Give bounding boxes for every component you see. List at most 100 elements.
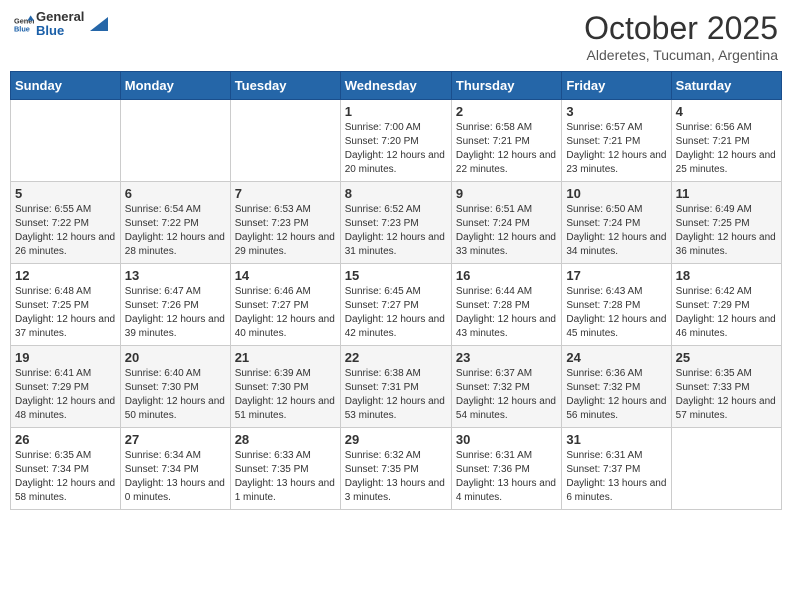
calendar-cell: 12 Sunrise: 6:48 AMSunset: 7:25 PMDayligh… [11, 264, 121, 346]
day-number: 30 [456, 432, 557, 447]
day-info: Sunrise: 6:42 AMSunset: 7:29 PMDaylight:… [676, 285, 777, 341]
calendar-cell: 10Sunrise: 6:50 AMSunset: 7:24 PMDayligh… [562, 182, 671, 264]
day-number: 15 [345, 268, 447, 283]
day-number: 27 [125, 432, 226, 447]
day-number: 6 [125, 186, 226, 201]
calendar-header-row: SundayMondayTuesdayWednesdayThursdayFrid… [11, 72, 782, 100]
calendar-week-row: 19 Sunrise: 6:41 AMSunset: 7:29 PMDayligh… [11, 346, 782, 428]
day-info: Sunrise: 6:43 AMSunset: 7:28 PMDaylight:… [566, 285, 666, 341]
day-info: Sunrise: 7:00 AMSunset: 7:20 PMDaylight:… [345, 121, 447, 177]
logo-icon: General Blue [14, 14, 34, 34]
day-info: Sunrise: 6:39 AMSunset: 7:30 PMDaylight:… [235, 367, 336, 423]
calendar-cell [671, 428, 781, 510]
day-info: Sunrise: 6:49 AMSunset: 7:25 PMDaylight:… [676, 203, 777, 259]
calendar-cell: 18 Sunrise: 6:42 AMSunset: 7:29 PMDayligh… [671, 264, 781, 346]
day-number: 21 [235, 350, 336, 365]
day-info: Sunrise: 6:51 AMSunset: 7:24 PMDaylight:… [456, 203, 557, 259]
month-title: October 2025 [584, 10, 778, 47]
day-number: 16 [456, 268, 557, 283]
day-info: Sunrise: 6:55 AMSunset: 7:22 PMDaylight:… [15, 203, 116, 259]
day-info: Sunrise: 6:37 AMSunset: 7:32 PMDaylight:… [456, 367, 557, 423]
calendar-cell: 11Sunrise: 6:49 AMSunset: 7:25 PMDayligh… [671, 182, 781, 264]
calendar-cell: 14Sunrise: 6:46 AMSunset: 7:27 PMDayligh… [230, 264, 340, 346]
page-header: General Blue General Blue October 2025 A… [10, 10, 782, 63]
title-block: October 2025 Alderetes, Tucuman, Argenti… [584, 10, 778, 63]
calendar-cell: 1 Sunrise: 7:00 AMSunset: 7:20 PMDaylight… [340, 100, 451, 182]
logo-general-text: General [36, 10, 84, 24]
calendar-cell: 17Sunrise: 6:43 AMSunset: 7:28 PMDayligh… [562, 264, 671, 346]
day-info: Sunrise: 6:56 AMSunset: 7:21 PMDaylight:… [676, 121, 777, 177]
day-of-week-header: Friday [562, 72, 671, 100]
day-of-week-header: Tuesday [230, 72, 340, 100]
day-number: 1 [345, 104, 447, 119]
day-info: Sunrise: 6:57 AMSunset: 7:21 PMDaylight:… [566, 121, 666, 177]
calendar-cell: 8 Sunrise: 6:52 AMSunset: 7:23 PMDaylight… [340, 182, 451, 264]
calendar-cell [120, 100, 230, 182]
calendar-cell: 25 Sunrise: 6:35 AMSunset: 7:33 PMDayligh… [671, 346, 781, 428]
day-info: Sunrise: 6:41 AMSunset: 7:29 PMDaylight:… [15, 367, 116, 423]
day-number: 19 [15, 350, 116, 365]
calendar-cell: 9 Sunrise: 6:51 AMSunset: 7:24 PMDaylight… [451, 182, 561, 264]
logo: General Blue General Blue [14, 10, 108, 39]
location-subtitle: Alderetes, Tucuman, Argentina [584, 47, 778, 63]
calendar-week-row: 26 Sunrise: 6:35 AMSunset: 7:34 PMDayligh… [11, 428, 782, 510]
day-info: Sunrise: 6:54 AMSunset: 7:22 PMDaylight:… [125, 203, 226, 259]
day-number: 18 [676, 268, 777, 283]
calendar-week-row: 12 Sunrise: 6:48 AMSunset: 7:25 PMDayligh… [11, 264, 782, 346]
calendar-cell: 27 Sunrise: 6:34 AMSunset: 7:34 PMDayligh… [120, 428, 230, 510]
day-of-week-header: Monday [120, 72, 230, 100]
calendar-cell: 28 Sunrise: 6:33 AMSunset: 7:35 PMDayligh… [230, 428, 340, 510]
day-info: Sunrise: 6:52 AMSunset: 7:23 PMDaylight:… [345, 203, 447, 259]
calendar-cell: 20 Sunrise: 6:40 AMSunset: 7:30 PMDayligh… [120, 346, 230, 428]
day-number: 12 [15, 268, 116, 283]
calendar-cell [11, 100, 121, 182]
calendar-cell: 3 Sunrise: 6:57 AMSunset: 7:21 PMDaylight… [562, 100, 671, 182]
calendar-week-row: 5 Sunrise: 6:55 AMSunset: 7:22 PMDaylight… [11, 182, 782, 264]
day-number: 25 [676, 350, 777, 365]
calendar-cell: 6 Sunrise: 6:54 AMSunset: 7:22 PMDaylight… [120, 182, 230, 264]
calendar-cell: 30 Sunrise: 6:31 AMSunset: 7:36 PMDayligh… [451, 428, 561, 510]
calendar-cell: 29Sunrise: 6:32 AMSunset: 7:35 PMDayligh… [340, 428, 451, 510]
logo-triangle-icon [86, 13, 108, 35]
day-info: Sunrise: 6:50 AMSunset: 7:24 PMDaylight:… [566, 203, 666, 259]
calendar-table: SundayMondayTuesdayWednesdayThursdayFrid… [10, 71, 782, 510]
day-info: Sunrise: 6:44 AMSunset: 7:28 PMDaylight:… [456, 285, 557, 341]
day-number: 26 [15, 432, 116, 447]
calendar-cell: 16 Sunrise: 6:44 AMSunset: 7:28 PMDayligh… [451, 264, 561, 346]
day-info: Sunrise: 6:47 AMSunset: 7:26 PMDaylight:… [125, 285, 226, 341]
day-info: Sunrise: 6:31 AMSunset: 7:36 PMDaylight:… [456, 449, 557, 505]
day-info: Sunrise: 6:35 AMSunset: 7:34 PMDaylight:… [15, 449, 116, 505]
day-number: 31 [566, 432, 666, 447]
calendar-cell [230, 100, 340, 182]
calendar-cell: 24Sunrise: 6:36 AMSunset: 7:32 PMDayligh… [562, 346, 671, 428]
day-number: 9 [456, 186, 557, 201]
day-info: Sunrise: 6:48 AMSunset: 7:25 PMDaylight:… [15, 285, 116, 341]
day-info: Sunrise: 6:58 AMSunset: 7:21 PMDaylight:… [456, 121, 557, 177]
calendar-cell: 26 Sunrise: 6:35 AMSunset: 7:34 PMDayligh… [11, 428, 121, 510]
calendar-cell: 7Sunrise: 6:53 AMSunset: 7:23 PMDaylight… [230, 182, 340, 264]
day-number: 8 [345, 186, 447, 201]
day-info: Sunrise: 6:34 AMSunset: 7:34 PMDaylight:… [125, 449, 226, 505]
calendar-week-row: 1 Sunrise: 7:00 AMSunset: 7:20 PMDaylight… [11, 100, 782, 182]
day-number: 23 [456, 350, 557, 365]
calendar-cell: 15Sunrise: 6:45 AMSunset: 7:27 PMDayligh… [340, 264, 451, 346]
day-number: 14 [235, 268, 336, 283]
day-number: 20 [125, 350, 226, 365]
calendar-cell: 19 Sunrise: 6:41 AMSunset: 7:29 PMDayligh… [11, 346, 121, 428]
day-number: 5 [15, 186, 116, 201]
day-info: Sunrise: 6:32 AMSunset: 7:35 PMDaylight:… [345, 449, 447, 505]
day-info: Sunrise: 6:40 AMSunset: 7:30 PMDaylight:… [125, 367, 226, 423]
day-of-week-header: Wednesday [340, 72, 451, 100]
day-info: Sunrise: 6:35 AMSunset: 7:33 PMDaylight:… [676, 367, 777, 423]
calendar-cell: 2Sunrise: 6:58 AMSunset: 7:21 PMDaylight… [451, 100, 561, 182]
day-number: 28 [235, 432, 336, 447]
day-number: 22 [345, 350, 447, 365]
svg-text:Blue: Blue [14, 25, 30, 34]
day-info: Sunrise: 6:33 AMSunset: 7:35 PMDaylight:… [235, 449, 336, 505]
calendar-cell: 31 Sunrise: 6:31 AMSunset: 7:37 PMDayligh… [562, 428, 671, 510]
day-number: 3 [566, 104, 666, 119]
calendar-cell: 22Sunrise: 6:38 AMSunset: 7:31 PMDayligh… [340, 346, 451, 428]
day-of-week-header: Sunday [11, 72, 121, 100]
day-number: 24 [566, 350, 666, 365]
day-info: Sunrise: 6:31 AMSunset: 7:37 PMDaylight:… [566, 449, 666, 505]
